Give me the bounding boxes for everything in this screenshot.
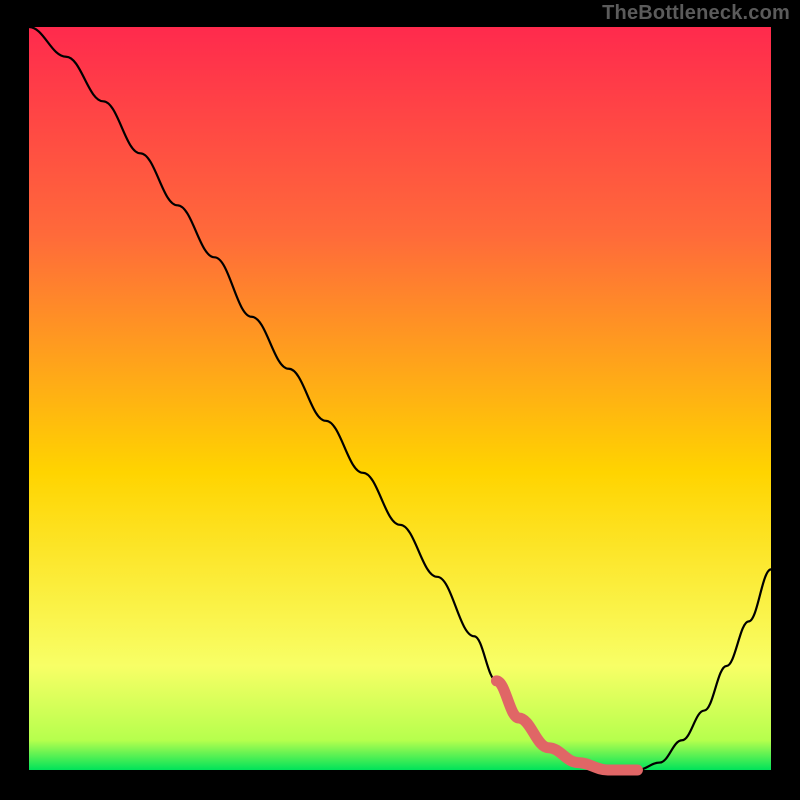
gradient-background: [29, 27, 771, 770]
watermark-text: TheBottleneck.com: [602, 2, 790, 25]
bottleneck-chart: [0, 0, 800, 800]
chart-container: TheBottleneck.com: [0, 0, 800, 800]
